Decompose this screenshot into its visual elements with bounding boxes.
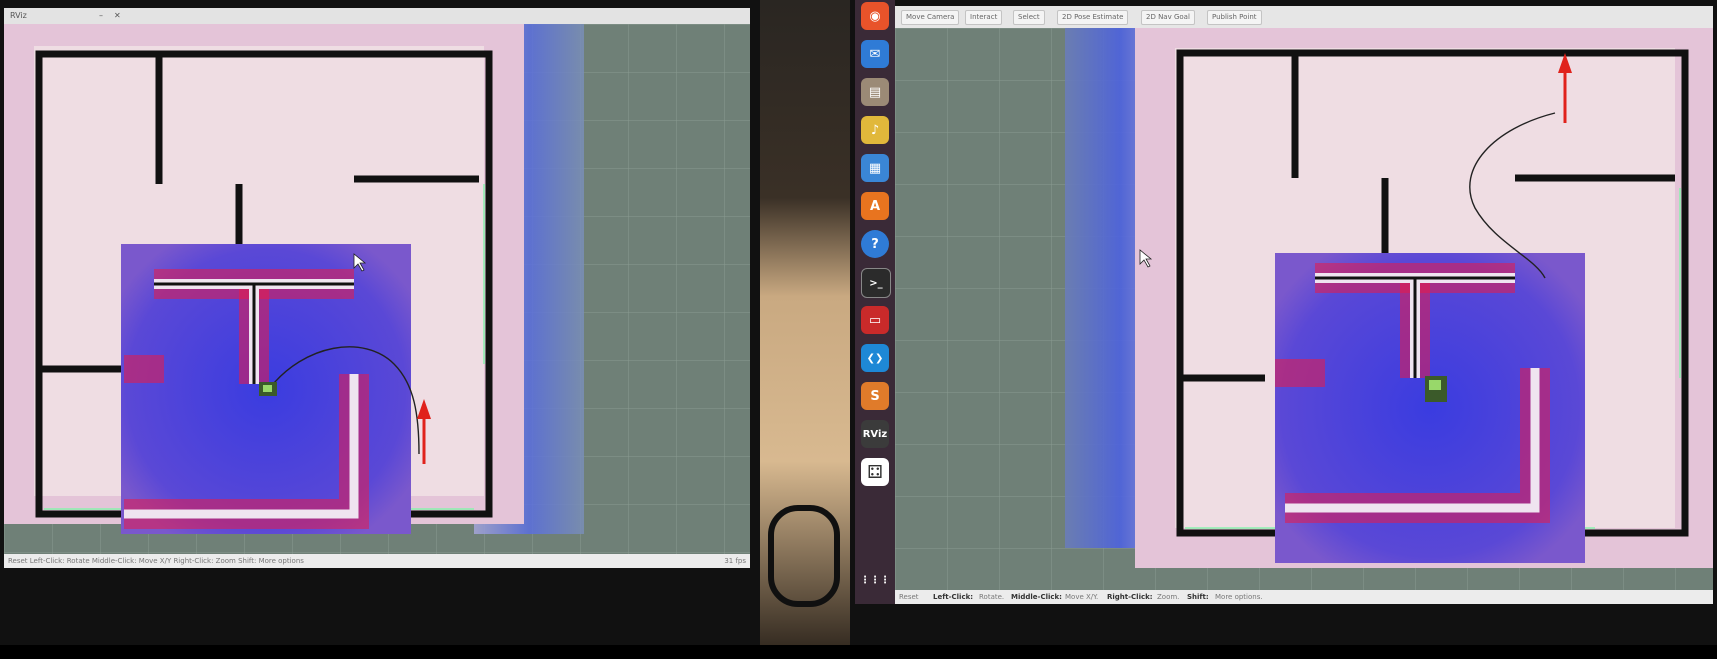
status-shift-key: Shift: (1187, 593, 1209, 601)
left-title-bar: RViz – ✕ (4, 8, 750, 25)
status-middle-click-key: Middle-Click: (1011, 593, 1062, 601)
left-fps: 31 fps (724, 557, 746, 565)
left-map-canvas[interactable] (4, 24, 750, 554)
tool-move-camera[interactable]: Move Camera (901, 10, 960, 25)
tool-2d-nav-goal[interactable]: 2D Nav Goal (1141, 10, 1195, 25)
left-status-bar: Reset Left-Click: Rotate Middle-Click: M… (4, 554, 750, 568)
left-status-text: Reset Left-Click: Rotate Middle-Click: M… (8, 557, 304, 565)
tool-interact[interactable]: Interact (965, 10, 1003, 25)
left-3d-view[interactable] (4, 24, 750, 554)
tool-select[interactable]: Select (1013, 10, 1045, 25)
sublime-icon[interactable]: S (861, 382, 889, 410)
monitor-bezel-bottom (0, 645, 1717, 659)
rviz-icon[interactable]: RViz (861, 420, 889, 448)
show-applications-icon[interactable]: ⋮⋮⋮ (860, 566, 890, 594)
vscode-icon[interactable]: ❮❯ (861, 344, 889, 372)
left-window-title: RViz (10, 11, 27, 20)
software-center-icon[interactable]: A (861, 192, 889, 220)
status-right-click-key: Right-Click: (1107, 593, 1153, 601)
close-icon[interactable]: ✕ (114, 11, 121, 20)
files-icon[interactable]: ▤ (861, 78, 889, 106)
terminal-icon[interactable]: >_ (861, 268, 891, 298)
status-left-click-action: Rotate. (979, 593, 1005, 601)
reset-button[interactable]: Reset (899, 593, 919, 601)
right-status-bar: Reset Left-Click: Rotate. Middle-Click: … (895, 590, 1713, 604)
status-middle-click-action: Move X/Y. (1065, 593, 1099, 601)
system-monitor-icon[interactable]: ▭ (861, 306, 889, 334)
cable (768, 505, 840, 607)
right-robot-marker (1425, 376, 1447, 402)
thunderbird-icon[interactable]: ✉ (861, 40, 889, 68)
firefox-icon[interactable]: ◉ (861, 2, 889, 30)
ubuntu-dock: ◉ ✉ ▤ ♪ ▦ A ? >_ ▭ ❮❯ S RViz ⚃ ⋮⋮⋮ (855, 0, 895, 604)
apps-icon[interactable]: ⚃ (861, 458, 889, 486)
status-right-click-action: Zoom. (1157, 593, 1180, 601)
status-shift-action: More options. (1215, 593, 1263, 601)
right-local-costmap (1275, 253, 1585, 563)
libreoffice-writer-icon[interactable]: ▦ (861, 154, 889, 182)
right-map-canvas[interactable] (895, 28, 1713, 590)
minimize-icon[interactable]: – (99, 11, 103, 20)
right-rviz-window: Move Camera Interact Select 2D Pose Esti… (895, 6, 1713, 604)
tool-2d-pose-estimate[interactable]: 2D Pose Estimate (1057, 10, 1129, 25)
rviz-toolbar: Move Camera Interact Select 2D Pose Esti… (895, 6, 1713, 29)
left-monitor: RViz – ✕ Reset Left-Click: Rotate Middle… (0, 0, 760, 659)
status-left-click-key: Left-Click: (933, 593, 974, 601)
tool-publish-point[interactable]: Publish Point (1207, 10, 1262, 25)
rhythmbox-icon[interactable]: ♪ (861, 116, 889, 144)
left-robot-marker (259, 382, 277, 396)
left-rviz-window: RViz – ✕ Reset Left-Click: Rotate Middle… (4, 8, 750, 568)
help-icon[interactable]: ? (861, 230, 889, 258)
right-3d-view[interactable] (895, 28, 1713, 590)
